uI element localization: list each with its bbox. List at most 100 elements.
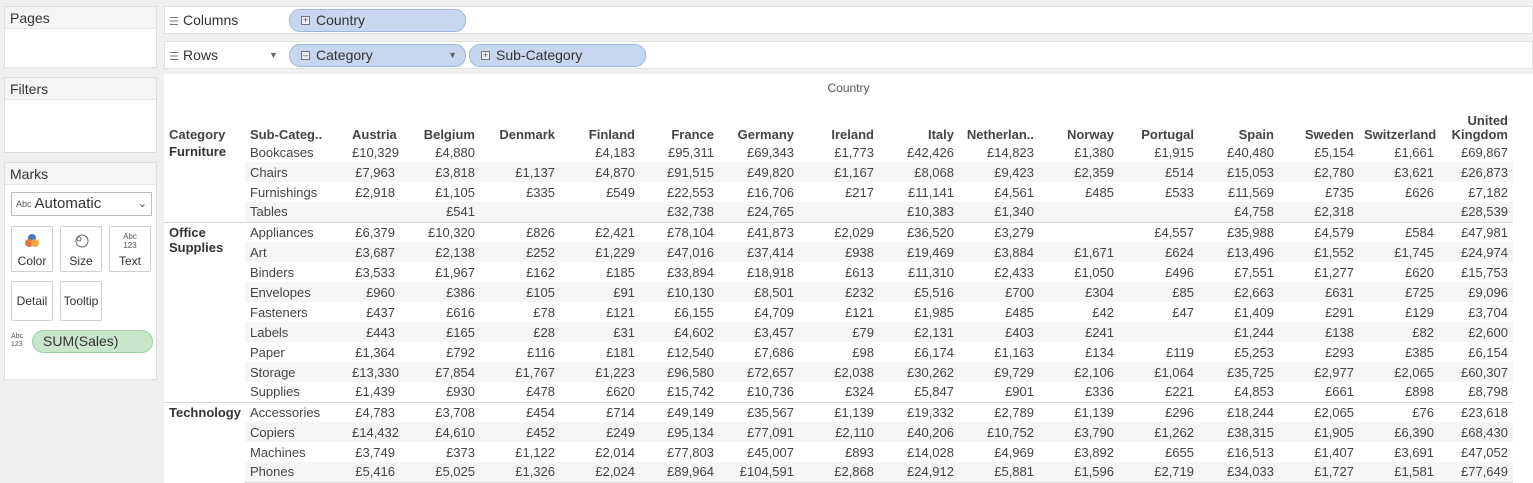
sales-cell[interactable]: £2,014 [560,442,640,462]
sales-cell[interactable]: £79 [799,322,879,342]
sales-cell[interactable]: £6,155 [640,302,719,322]
sales-cell[interactable]: £725 [1359,282,1439,302]
category-cell[interactable]: Technology [164,401,245,482]
sub-category-cell[interactable]: Appliances [245,221,347,242]
sales-cell[interactable]: £24,974 [1439,242,1513,262]
sales-cell[interactable]: £5,416 [347,462,400,483]
sales-cell[interactable]: £7,686 [719,342,799,362]
sales-cell[interactable]: £4,709 [719,302,799,322]
sales-cell[interactable]: £1,163 [959,342,1039,362]
sales-cell[interactable]: £82 [1359,322,1439,342]
sales-cell[interactable]: £85 [1119,282,1199,302]
sales-cell[interactable]: £2,789 [959,401,1039,422]
sales-cell[interactable]: £5,516 [879,282,959,302]
sales-cell[interactable]: £437 [347,302,400,322]
sales-cell[interactable]: £1,596 [1039,462,1119,483]
country-pill[interactable]: + Country [289,9,466,32]
sales-cell[interactable]: £3,691 [1359,442,1439,462]
sales-cell[interactable]: £4,870 [560,162,640,182]
sales-cell[interactable]: £1,409 [1199,302,1279,322]
sales-cell[interactable]: £700 [959,282,1039,302]
sales-cell[interactable]: £3,279 [959,221,1039,242]
detail-button[interactable]: Detail [11,281,53,321]
sales-cell[interactable]: £9,096 [1439,282,1513,302]
sales-cell[interactable]: £1,326 [480,462,560,483]
sales-cell[interactable]: £41,873 [719,221,799,242]
sales-cell[interactable]: £2,780 [1279,162,1359,182]
sales-cell[interactable]: £18,244 [1199,401,1279,422]
sales-cell[interactable]: £42 [1039,302,1119,322]
sales-cell[interactable]: £335 [480,182,560,202]
country-header[interactable]: Netherlan.. [959,114,1039,142]
country-header[interactable]: Belgium [400,114,480,142]
sales-cell[interactable]: £38,315 [1199,422,1279,442]
sales-cell[interactable]: £2,065 [1279,401,1359,422]
sales-cell[interactable]: £1,050 [1039,262,1119,282]
sales-cell[interactable]: £3,457 [719,322,799,342]
sales-cell[interactable]: £1,905 [1279,422,1359,442]
sales-cell[interactable]: £9,729 [959,362,1039,382]
sum-sales-pill[interactable]: SUM(Sales) [32,330,153,353]
sales-cell[interactable]: £2,719 [1119,462,1199,483]
sales-cell[interactable]: £584 [1359,221,1439,242]
country-header[interactable]: France [640,114,719,142]
sales-cell[interactable]: £16,513 [1199,442,1279,462]
sales-cell[interactable] [799,202,879,222]
sales-cell[interactable]: £5,881 [959,462,1039,483]
sales-cell[interactable]: £134 [1039,342,1119,362]
sales-cell[interactable]: £613 [799,262,879,282]
sales-cell[interactable]: £485 [1039,182,1119,202]
sales-cell[interactable]: £49,820 [719,162,799,182]
sales-cell[interactable]: £185 [560,262,640,282]
sales-cell[interactable]: £2,918 [347,182,400,202]
sales-cell[interactable]: £4,602 [640,322,719,342]
sales-cell[interactable]: £4,561 [959,182,1039,202]
sales-cell[interactable]: £13,330 [347,362,400,382]
sales-cell[interactable]: £10,736 [719,382,799,402]
sales-cell[interactable]: £1,985 [879,302,959,322]
sales-cell[interactable]: £91 [560,282,640,302]
sales-cell[interactable]: £4,969 [959,442,1039,462]
chevron-down-icon[interactable]: ▼ [448,45,457,66]
sales-cell[interactable]: £77,091 [719,422,799,442]
sales-cell[interactable] [1359,202,1439,222]
sales-cell[interactable]: £35,988 [1199,221,1279,242]
sales-cell[interactable]: £443 [347,322,400,342]
text-button[interactable]: Abc 123 Text [109,226,151,272]
sales-cell[interactable] [1039,202,1119,222]
sales-cell[interactable]: £3,790 [1039,422,1119,442]
sub-category-cell[interactable]: Phones [245,462,347,483]
sales-cell[interactable]: £6,174 [879,342,959,362]
sales-cell[interactable]: £1,671 [1039,242,1119,262]
sales-cell[interactable]: £78,104 [640,221,719,242]
sales-cell[interactable]: £1,364 [347,342,400,362]
sales-cell[interactable]: £40,206 [879,422,959,442]
sales-cell[interactable]: £14,432 [347,422,400,442]
sales-cell[interactable]: £138 [1279,322,1359,342]
sales-cell[interactable]: £7,963 [347,162,400,182]
sales-cell[interactable]: £2,663 [1199,282,1279,302]
sales-cell[interactable]: £403 [959,322,1039,342]
sales-cell[interactable]: £7,854 [400,362,480,382]
sales-cell[interactable]: £624 [1119,242,1199,262]
sales-cell[interactable]: £77,803 [640,442,719,462]
sub-category-cell[interactable]: Chairs [245,162,347,182]
size-button[interactable]: Size [60,226,102,272]
sales-cell[interactable]: £2,138 [400,242,480,262]
sales-cell[interactable]: £514 [1119,162,1199,182]
sales-cell[interactable]: £26,873 [1439,162,1513,182]
sales-cell[interactable]: £1,262 [1119,422,1199,442]
sales-cell[interactable]: £655 [1119,442,1199,462]
sales-cell[interactable]: £47,016 [640,242,719,262]
expand-icon[interactable]: + [481,51,490,60]
sales-cell[interactable]: £8,798 [1439,382,1513,402]
sales-cell[interactable]: £1,223 [560,362,640,382]
sales-cell[interactable]: £3,892 [1039,442,1119,462]
sales-cell[interactable]: £385 [1359,342,1439,362]
sales-cell[interactable]: £2,600 [1439,322,1513,342]
sales-cell[interactable]: £9,423 [959,162,1039,182]
sales-cell[interactable]: £7,182 [1439,182,1513,202]
sales-cell[interactable]: £60,307 [1439,362,1513,382]
sales-cell[interactable]: £1,552 [1279,242,1359,262]
country-header[interactable]: Switzerland [1359,114,1439,142]
